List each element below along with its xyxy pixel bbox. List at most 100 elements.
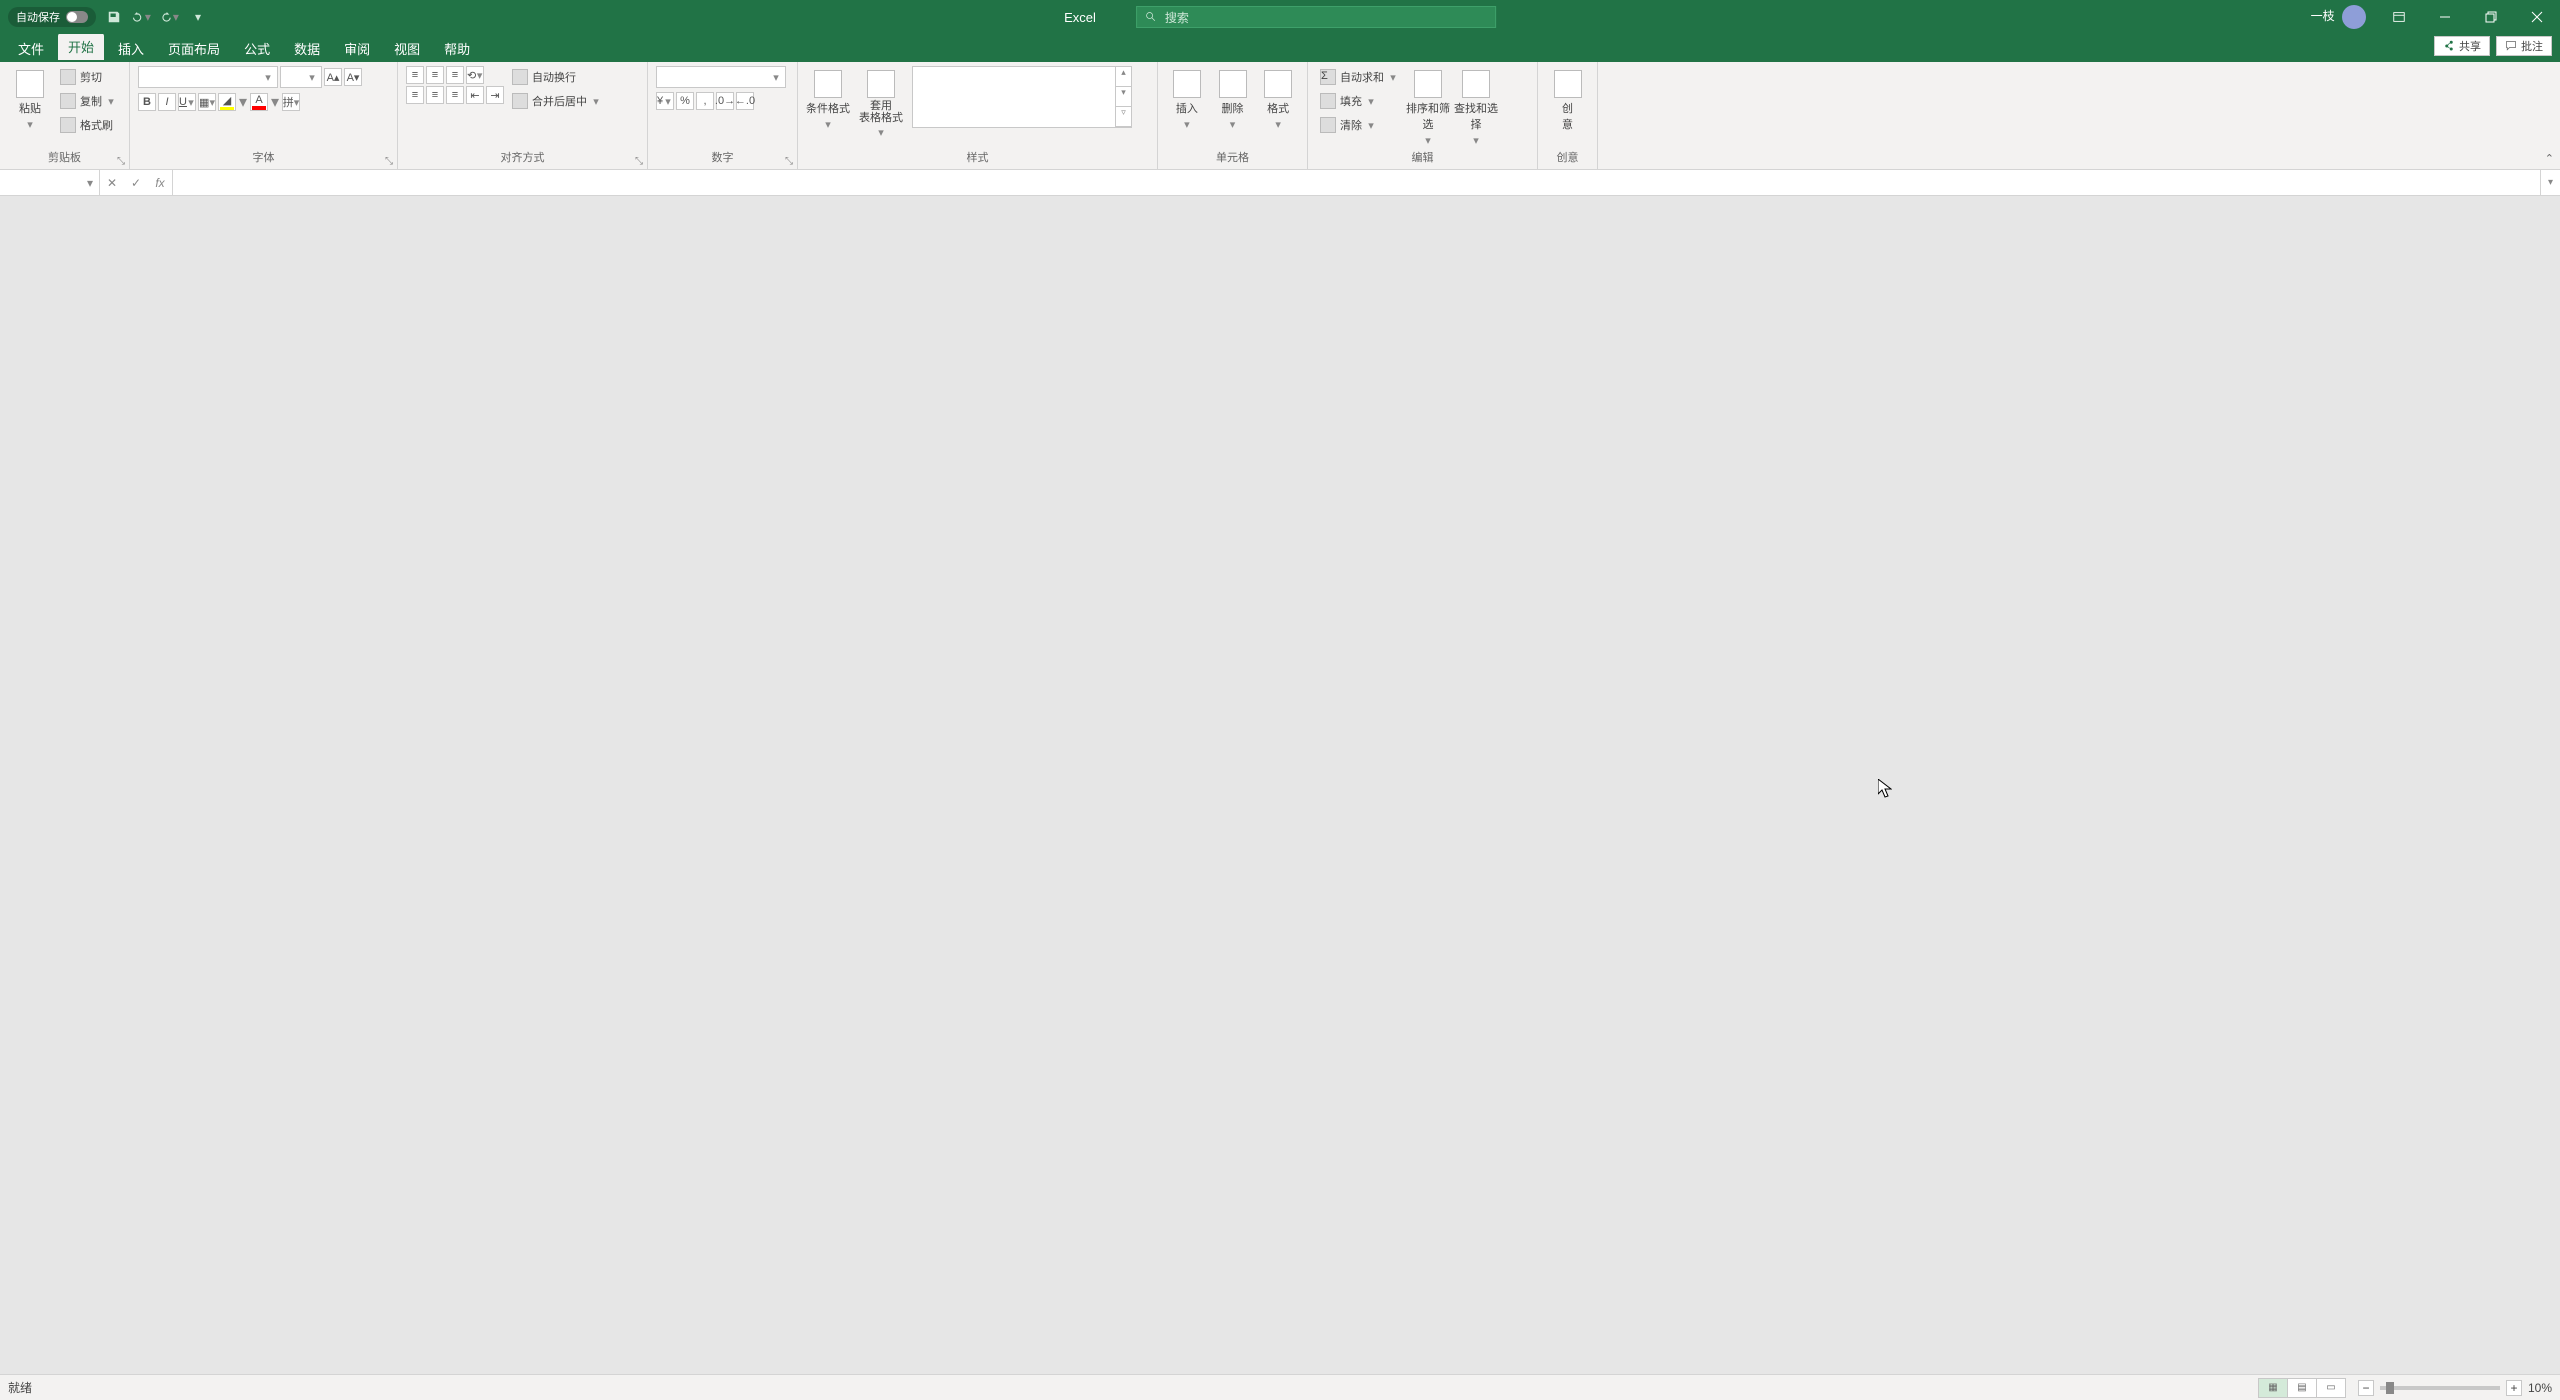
align-bottom-button[interactable]: ≡: [446, 66, 464, 84]
undo-button[interactable]: ▾: [132, 7, 152, 27]
insert-cells-button[interactable]: 插入▾: [1166, 66, 1208, 131]
enter-formula-button[interactable]: ✓: [124, 176, 148, 190]
sort-filter-button[interactable]: 排序和筛选▾: [1406, 66, 1450, 147]
save-button[interactable]: [104, 7, 124, 27]
autosum-button[interactable]: Σ自动求和▾: [1316, 66, 1402, 88]
account-button[interactable]: 一枝: [2301, 5, 2376, 29]
redo-button[interactable]: ▾: [160, 7, 180, 27]
zoom-out-button[interactable]: −: [2358, 1380, 2374, 1396]
fill-button[interactable]: 填充▾: [1316, 90, 1402, 112]
tab-view[interactable]: 视图: [384, 35, 430, 62]
wrap-text-button[interactable]: 自动换行: [508, 66, 605, 88]
align-center-button[interactable]: ≡: [426, 86, 444, 104]
tab-file[interactable]: 文件: [8, 35, 54, 62]
increase-decimal-button[interactable]: .0→: [716, 92, 734, 110]
format-cells-button[interactable]: 格式▾: [1257, 66, 1299, 131]
chevron-down-icon: ▾: [106, 95, 116, 108]
restore-button[interactable]: [2468, 0, 2514, 34]
ideas-button[interactable]: 创 意: [1546, 66, 1589, 132]
format-as-table-button[interactable]: 套用 表格格式 ▾: [854, 66, 908, 139]
chevron-down-icon: ▾: [1423, 134, 1433, 147]
format-painter-button[interactable]: 格式刷: [56, 114, 120, 136]
chevron-down-icon: ▾: [876, 126, 886, 139]
cancel-formula-button[interactable]: ✕: [100, 176, 124, 190]
find-icon: [1462, 70, 1490, 98]
minimize-icon: [2439, 11, 2451, 23]
conditional-formatting-button[interactable]: 条件格式 ▾: [806, 66, 850, 131]
autosave-toggle[interactable]: 自动保存: [8, 7, 96, 27]
accounting-format-button[interactable]: ¥▾: [656, 92, 674, 110]
expand-formula-bar-button[interactable]: ▾: [2540, 170, 2560, 195]
group-label: 剪贴板: [48, 152, 81, 164]
view-page-break-button[interactable]: ▭: [2316, 1378, 2346, 1398]
merge-center-button[interactable]: 合并后居中▾: [508, 90, 605, 112]
comment-icon: [2505, 40, 2517, 52]
chevron-down-icon[interactable]: ▾: [270, 92, 280, 112]
group-number: ▾ ¥▾ % , .0→ ←.0 数字⤡: [648, 62, 798, 169]
phonetic-button[interactable]: 拼▾: [282, 93, 300, 111]
shrink-font-button[interactable]: A▾: [344, 68, 362, 86]
dialog-launcher[interactable]: ⤡: [785, 156, 793, 167]
find-select-button[interactable]: 查找和选择▾: [1454, 66, 1498, 147]
dialog-launcher[interactable]: ⤡: [635, 156, 643, 167]
decrease-decimal-button[interactable]: ←.0: [736, 92, 754, 110]
decrease-indent-button[interactable]: ⇤: [466, 86, 484, 104]
align-top-button[interactable]: ≡: [406, 66, 424, 84]
grow-font-button[interactable]: A▴: [324, 68, 342, 86]
gallery-more-button[interactable]: ▿: [1116, 107, 1131, 127]
insert-function-button[interactable]: fx: [148, 176, 172, 190]
minimize-button[interactable]: [2422, 0, 2468, 34]
search-input[interactable]: 搜索: [1136, 6, 1496, 28]
align-middle-button[interactable]: ≡: [426, 66, 444, 84]
collapse-ribbon-button[interactable]: ⌃: [2545, 152, 2554, 165]
worksheet-area[interactable]: [0, 196, 2560, 1374]
clear-button[interactable]: 清除▾: [1316, 114, 1402, 136]
tab-formulas[interactable]: 公式: [234, 35, 280, 62]
ribbon-display-options[interactable]: [2376, 0, 2422, 34]
align-right-button[interactable]: ≡: [446, 86, 464, 104]
formula-input[interactable]: [173, 170, 2540, 195]
name-box[interactable]: ▾: [0, 170, 100, 195]
gallery-down-button[interactable]: ▾: [1116, 87, 1131, 107]
comma-style-button[interactable]: ,: [696, 92, 714, 110]
paste-button[interactable]: 粘贴 ▾: [8, 66, 52, 131]
zoom-percent[interactable]: 10%: [2528, 1381, 2552, 1395]
comments-button[interactable]: 批注: [2496, 36, 2552, 56]
font-color-button[interactable]: A: [250, 93, 268, 111]
bold-button[interactable]: B: [138, 93, 156, 111]
delete-cells-button[interactable]: 删除▾: [1212, 66, 1254, 131]
dialog-launcher[interactable]: ⤡: [117, 156, 125, 167]
copy-button[interactable]: 复制▾: [56, 90, 120, 112]
tab-help[interactable]: 帮助: [434, 35, 480, 62]
zoom-in-button[interactable]: +: [2506, 1380, 2522, 1396]
tab-insert[interactable]: 插入: [108, 35, 154, 62]
qat-customize-button[interactable]: ▾: [188, 7, 208, 27]
align-left-button[interactable]: ≡: [406, 86, 424, 104]
chevron-down-icon[interactable]: ▾: [238, 92, 248, 112]
tab-page-layout[interactable]: 页面布局: [158, 35, 230, 62]
share-button[interactable]: 共享: [2434, 36, 2490, 56]
font-name-combo[interactable]: ▾: [138, 66, 278, 88]
increase-indent-button[interactable]: ⇥: [486, 86, 504, 104]
underline-button[interactable]: U▾: [178, 93, 196, 111]
gallery-up-button[interactable]: ▴: [1116, 67, 1131, 87]
cut-button[interactable]: 剪切: [56, 66, 120, 88]
font-size-combo[interactable]: ▾: [280, 66, 322, 88]
view-page-layout-button[interactable]: ▤: [2287, 1378, 2317, 1398]
dialog-launcher[interactable]: ⤡: [385, 156, 393, 167]
zoom-slider[interactable]: [2380, 1386, 2500, 1390]
tab-review[interactable]: 审阅: [334, 35, 380, 62]
borders-button[interactable]: ▦▾: [198, 93, 216, 111]
orientation-button[interactable]: ⟲▾: [466, 66, 484, 84]
fill-color-button[interactable]: ◢: [218, 93, 236, 111]
tab-data[interactable]: 数据: [284, 35, 330, 62]
number-format-combo[interactable]: ▾: [656, 66, 786, 88]
italic-button[interactable]: I: [158, 93, 176, 111]
zoom-thumb[interactable]: [2386, 1382, 2394, 1394]
decrease-decimal-icon: ←.0: [735, 95, 755, 107]
close-button[interactable]: [2514, 0, 2560, 34]
tab-home[interactable]: 开始: [58, 33, 104, 62]
percent-button[interactable]: %: [676, 92, 694, 110]
cell-styles-gallery[interactable]: ▴ ▾ ▿: [912, 66, 1132, 128]
view-normal-button[interactable]: ▦: [2258, 1378, 2288, 1398]
